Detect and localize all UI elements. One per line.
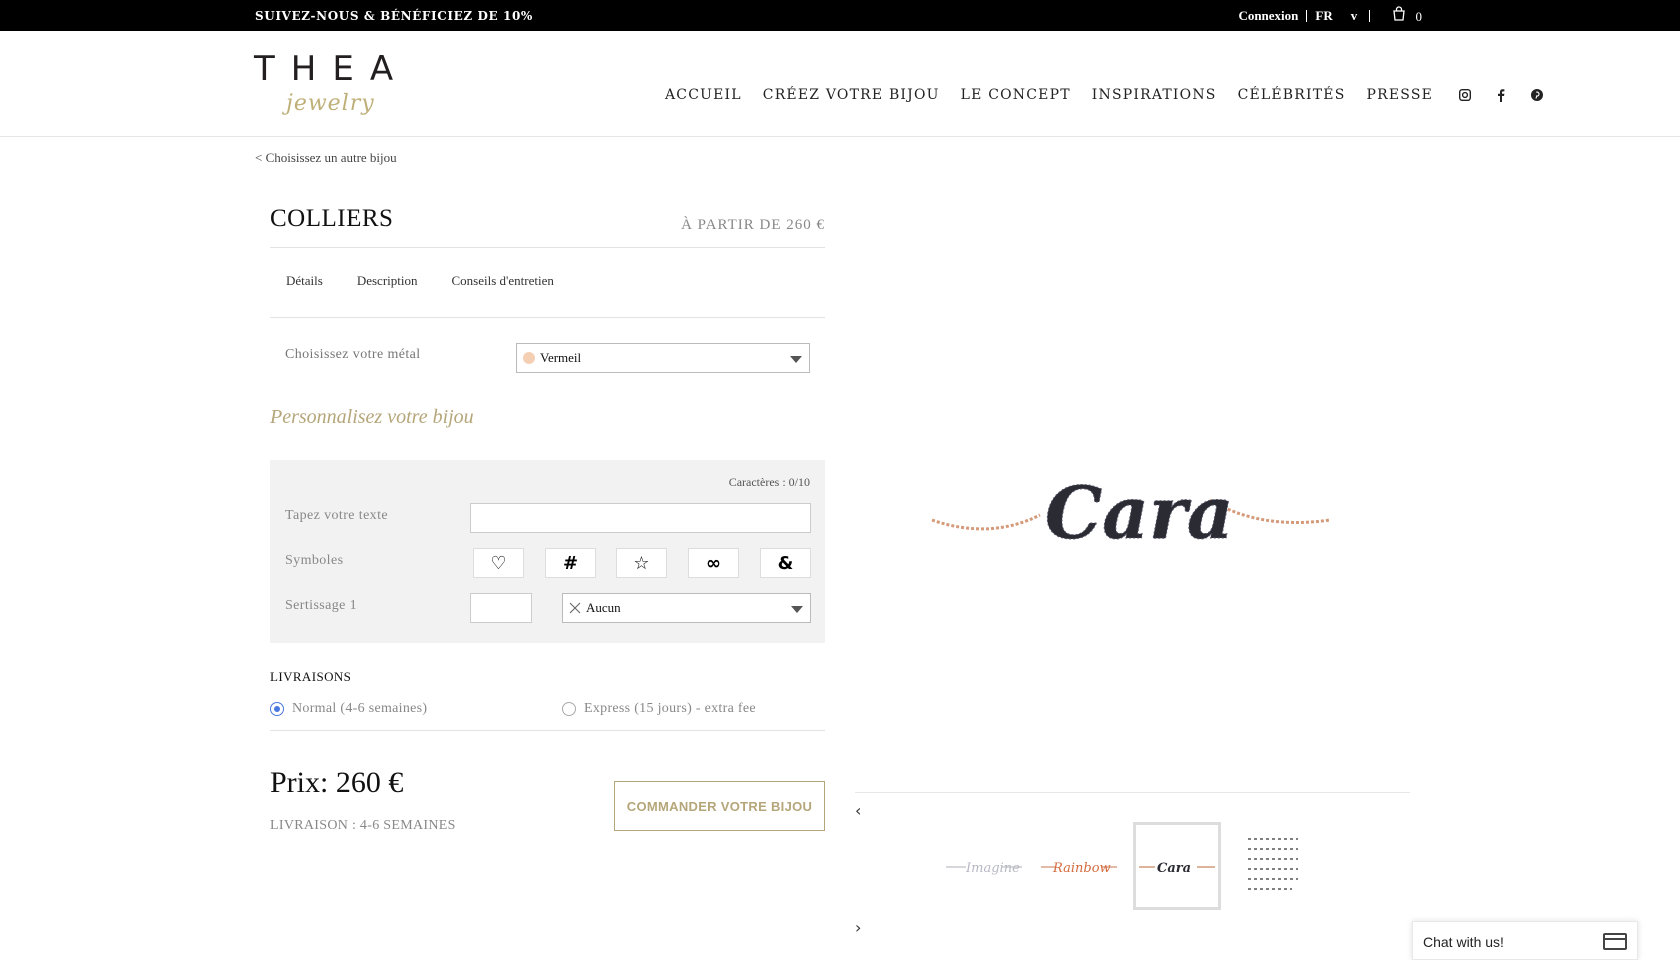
chevron-down-icon [791,606,803,613]
nav-accueil[interactable]: ACCUEIL [665,87,742,103]
brand-subtitle: jewelry [286,91,375,116]
setting-label: Sertissage 1 [285,598,358,613]
product-image: Cara [930,460,1331,580]
brand-logo[interactable]: THEA jewelry [254,49,414,129]
engraving-text-input[interactable] [470,503,811,533]
symbol-hash-button[interactable]: # [545,548,596,578]
thumb-label: Imagine [965,861,1020,876]
chat-window-icon[interactable] [1603,933,1627,950]
personalize-heading: Personnalisez votre bijou [270,406,474,428]
tab-description[interactable]: Description [357,273,418,289]
divider [1369,9,1371,22]
personalize-panel: Caractères : 0/10 Tapez votre texte Symb… [270,460,825,643]
product-title: COLLIERS [270,205,394,232]
delivery-heading: LIVRAISONS [270,669,352,684]
back-link[interactable]: < Choisissez un autre bijou [255,150,397,166]
facebook-icon[interactable] [1494,88,1508,102]
chat-widget[interactable]: Chat with us! [1412,921,1638,960]
product-tabs: Détails Description Conseils d'entretien [286,273,588,289]
site-header: THEA jewelry ACCUEIL CRÉEZ VOTRE BIJOU L… [0,31,1680,137]
setting-select[interactable]: Aucun [562,593,811,623]
thumb-label: Cara [1157,861,1191,876]
divider [270,317,825,318]
total-price: Prix: 260 € [270,766,404,799]
divider [270,730,825,731]
metal-select[interactable]: Vermeil [516,343,810,373]
instagram-icon[interactable] [1458,88,1472,102]
close-icon [569,602,581,614]
gallery-thumb-rainbow[interactable]: Rainbow [1035,822,1123,910]
shopping-bag-icon [1393,6,1405,21]
nav-celebrites[interactable]: CÉLÉBRITÉS [1238,87,1346,103]
hash-icon: # [562,552,579,574]
infinity-icon: ∞ [706,552,721,574]
text-label: Tapez votre texte [285,508,388,523]
brand-name: THEA [254,49,410,89]
chevron-down-icon [790,356,802,363]
star-icon: ☆ [633,552,650,574]
radio-unselected[interactable] [562,702,576,716]
nav-inspirations[interactable]: INSPIRATIONS [1092,87,1217,103]
setting-position-input[interactable] [470,593,532,623]
promo-text[interactable]: SUIVEZ-NOUS & BÉNÉFICIEZ DE 10% [255,9,533,23]
account-bar: Connexion FR v 0 [1238,6,1422,25]
tab-conseils-entretien[interactable]: Conseils d'entretien [451,273,553,289]
divider [855,792,1410,793]
price-from: À PARTIR DE 260 € [681,217,825,233]
delivery-option-label: Express (15 jours) - extra fee [584,701,756,716]
gallery-thumb-cara[interactable]: Cara [1133,822,1221,910]
chevron-left-icon[interactable]: ‹ [855,801,861,820]
radio-selected[interactable] [270,702,284,716]
ampersand-icon: & [777,552,794,574]
hero-name-text: Cara [1045,470,1234,555]
font-chart-image [1248,838,1298,890]
chat-label: Chat with us! [1423,934,1504,950]
cart-count: 0 [1415,9,1423,24]
nav-presse[interactable]: PRESSE [1367,87,1434,103]
character-counter: Caractères : 0/10 [728,475,810,489]
divider [270,247,825,248]
symbol-star-button[interactable]: ☆ [616,548,667,578]
chevron-right-icon[interactable]: › [855,918,861,937]
order-button[interactable]: COMMANDER VOTRE BIJOU [614,781,825,831]
cart-button[interactable]: 0 [1392,6,1422,25]
delivery-option-normal[interactable]: Normal (4-6 semaines) [270,701,427,717]
language-dropdown-arrow[interactable]: v [1351,8,1358,24]
tab-details[interactable]: Détails [286,273,323,289]
pinterest-icon[interactable] [1530,88,1544,102]
necklace-image: Cara [931,470,1331,556]
nav-le-concept[interactable]: LE CONCEPT [961,87,1071,103]
symbols-label: Symboles [285,553,344,568]
divider [1306,9,1308,22]
nav-creez-votre-bijou[interactable]: CRÉEZ VOTRE BIJOU [763,87,940,103]
heart-icon: ♡ [490,552,507,574]
thumb-label: Rainbow [1052,861,1111,876]
main-nav: ACCUEIL CRÉEZ VOTRE BIJOU LE CONCEPT INS… [665,87,1562,103]
delivery-option-label: Normal (4-6 semaines) [292,701,428,716]
metal-color-swatch [523,352,535,364]
language-selector[interactable]: FR [1315,8,1332,24]
symbol-infinity-button[interactable]: ∞ [688,548,739,578]
login-link[interactable]: Connexion [1238,8,1298,24]
delivery-option-express[interactable]: Express (15 jours) - extra fee [562,701,756,717]
setting-select-value: Aucun [586,600,621,615]
gallery-thumb-imagine[interactable]: Imagine [940,822,1028,910]
promo-bar: SUIVEZ-NOUS & BÉNÉFICIEZ DE 10% Connexio… [0,0,1680,31]
metal-select-value: Vermeil [540,350,582,365]
symbol-ampersand-button[interactable]: & [760,548,811,578]
gallery-thumb-font-chart[interactable] [1230,822,1318,910]
symbol-heart-button[interactable]: ♡ [473,548,524,578]
metal-label: Choisissez votre métal [285,347,421,362]
delivery-note: LIVRAISON : 4-6 SEMAINES [270,818,456,833]
